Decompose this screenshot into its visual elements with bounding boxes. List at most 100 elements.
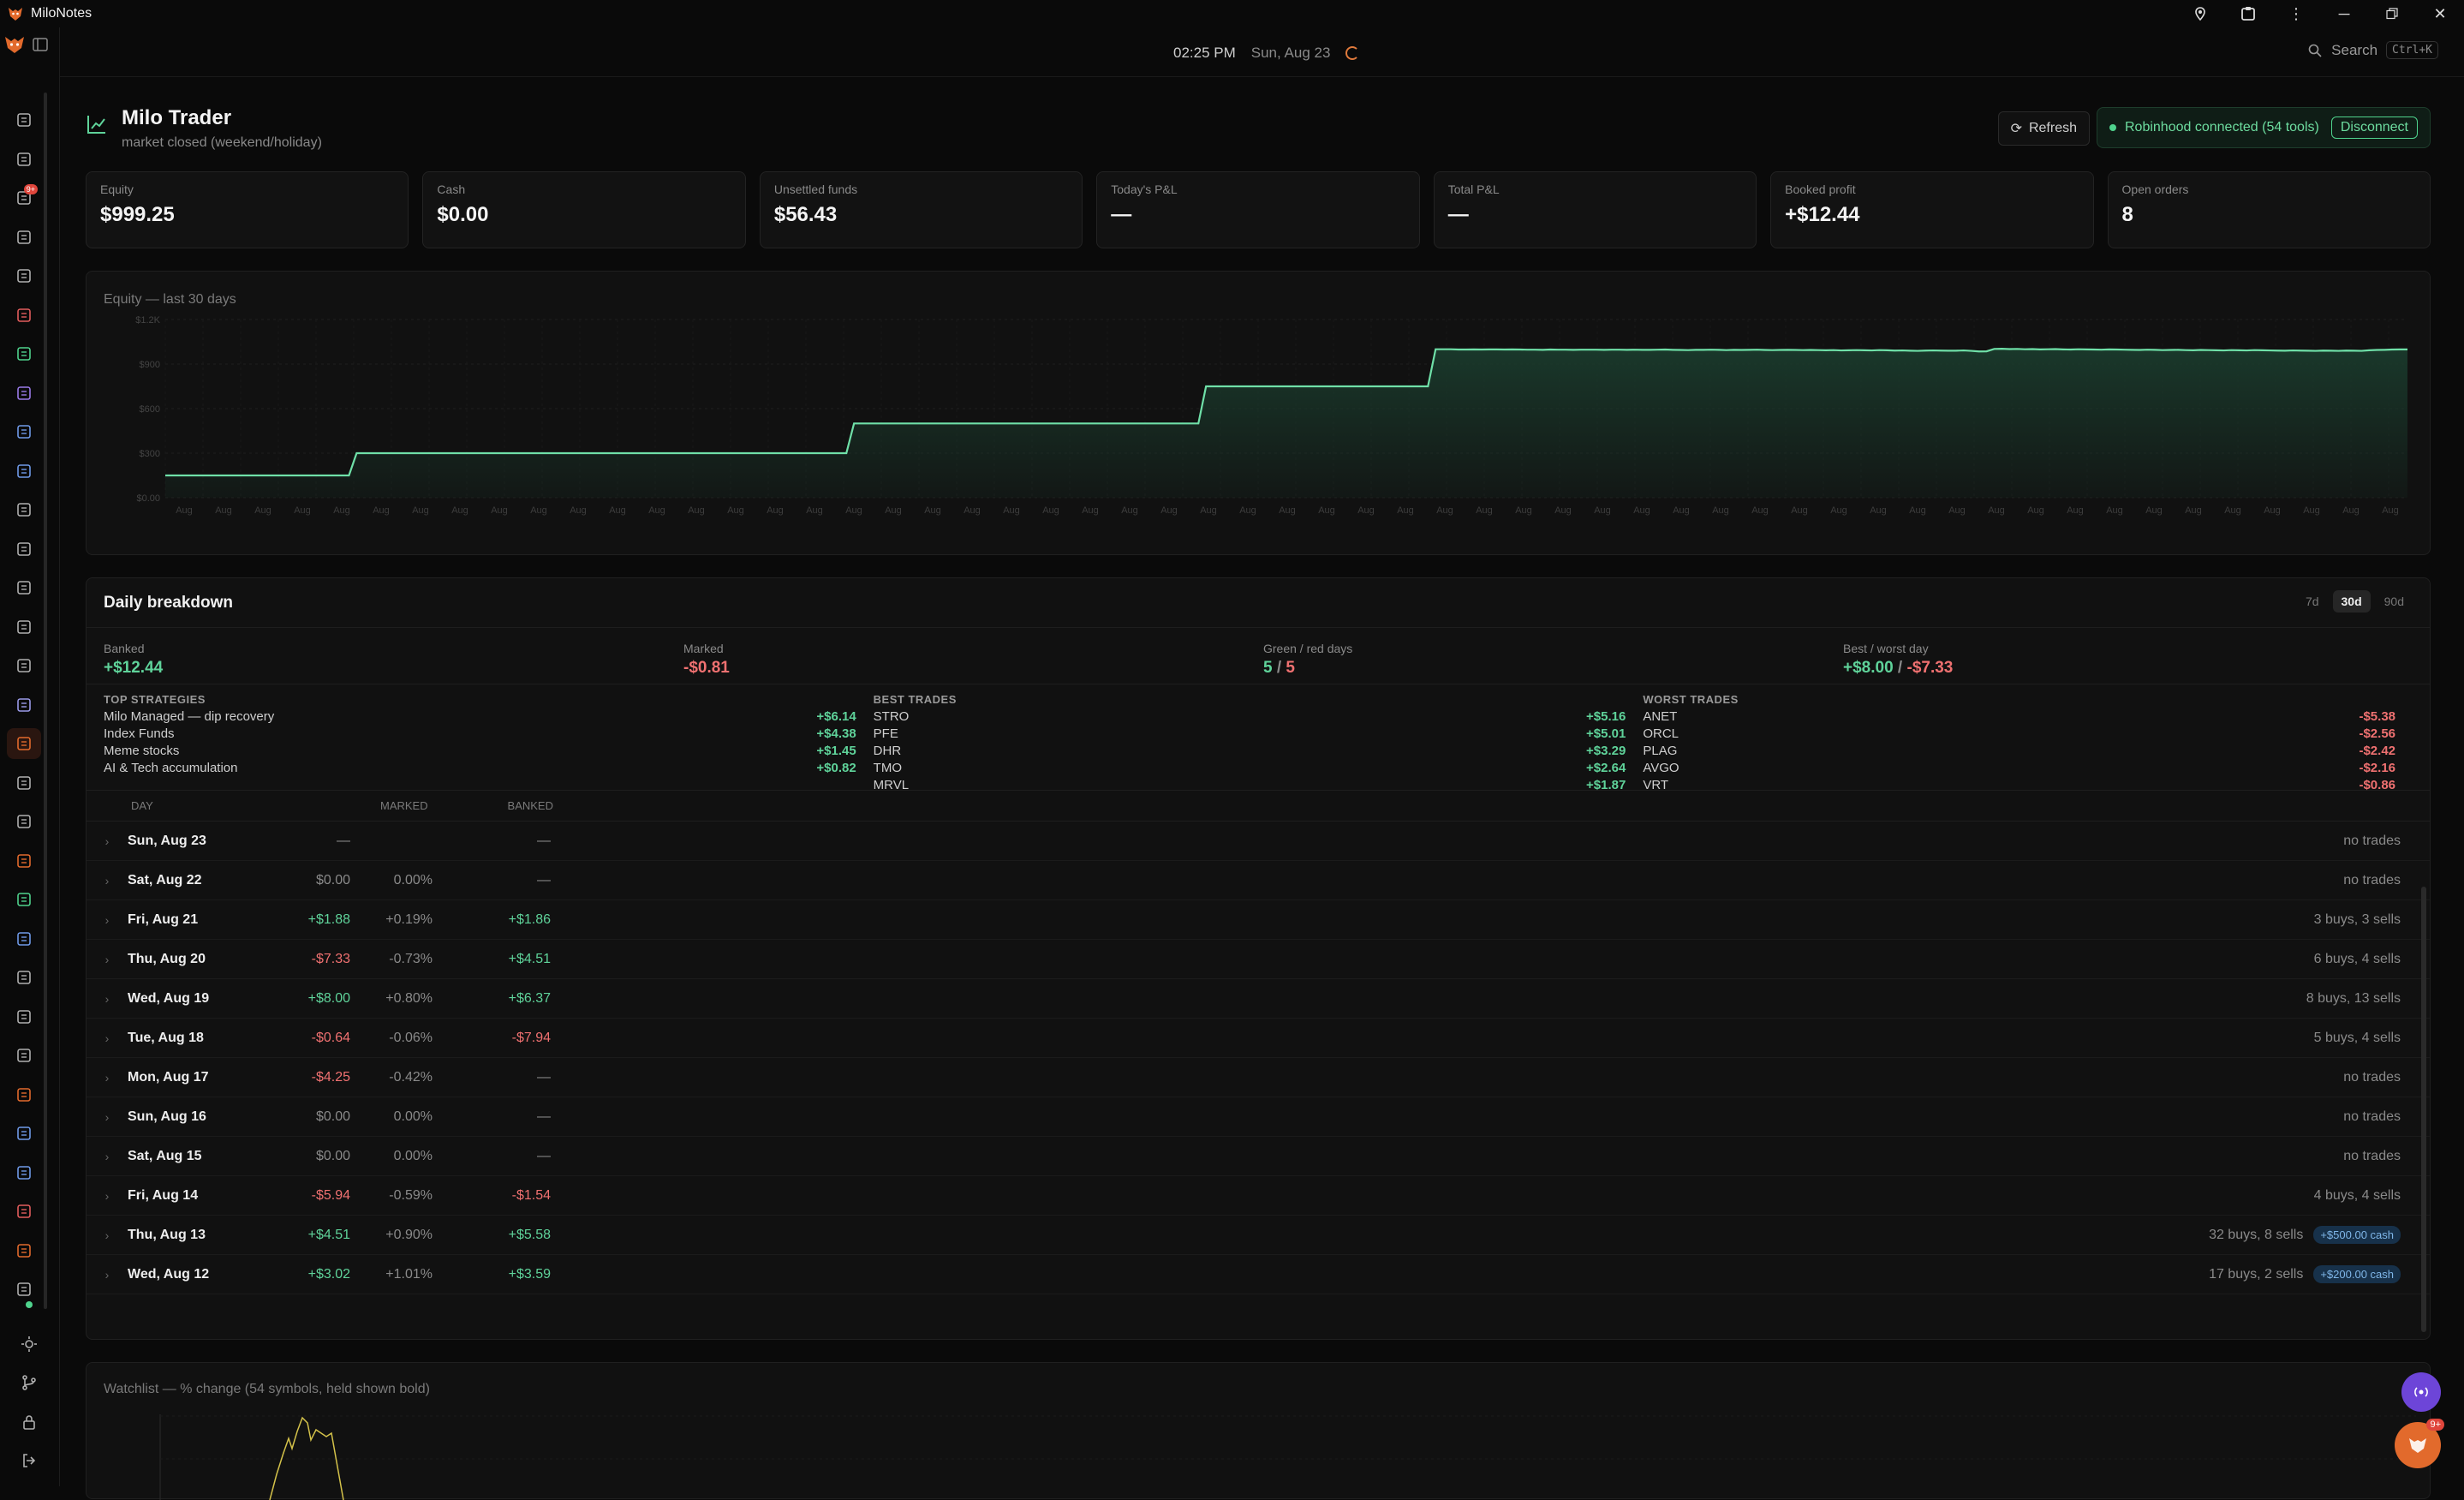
sidebar-item-gamepad[interactable] — [7, 612, 41, 642]
settings-sun-icon[interactable] — [12, 1329, 46, 1360]
disconnect-button[interactable]: Disconnect — [2330, 117, 2418, 139]
sidebar-item-mail[interactable] — [7, 1196, 41, 1227]
git-branch-icon[interactable] — [12, 1367, 46, 1398]
assistant-button[interactable]: 9+ — [2395, 1419, 2444, 1468]
sidebar-item-book-red[interactable] — [7, 300, 41, 331]
table-row[interactable]: › Fri, Aug 14 -$5.94 -0.59% -$1.54 4 buys, 4 … — [87, 1176, 2430, 1216]
refresh-button[interactable]: ⟳ Refresh — [1997, 111, 2090, 146]
toggle-sidebar-icon[interactable] — [31, 35, 50, 54]
row-marked: +$3.02 — [307, 1266, 350, 1282]
range-30d[interactable]: 30d — [2332, 590, 2371, 613]
app-name: MiloNotes — [31, 6, 92, 21]
table-row[interactable]: › Mon, Aug 17 -$4.25 -0.42% — no trades — [87, 1058, 2430, 1097]
sidebar-item-globe[interactable] — [7, 806, 41, 837]
sidebar-item-devices[interactable] — [7, 923, 41, 954]
list-heading: TOP STRATEGIES — [104, 693, 206, 706]
sidebar-item-magic-wand[interactable] — [7, 1079, 41, 1110]
table-row[interactable]: › Sat, Aug 15 $0.00 0.00% — no trades — [87, 1137, 2430, 1176]
row-summary: no trades — [2343, 1149, 2401, 1164]
sidebar-item-network[interactable] — [7, 768, 41, 798]
table-row[interactable]: › Wed, Aug 19 +$8.00 +0.80% +$6.37 8 buys, 13… — [87, 979, 2430, 1019]
table-row[interactable]: › Thu, Aug 13 +$4.51 +0.90% +$5.58 32 buys, 8… — [87, 1216, 2430, 1255]
search-button[interactable]: Search Ctrl+K — [2307, 41, 2438, 59]
chevron-right-icon[interactable]: › — [87, 1150, 128, 1163]
sidebar-item-robot[interactable] — [7, 1040, 41, 1071]
table-row[interactable]: › Sun, Aug 23 — — no trades — [87, 822, 2430, 861]
table-row[interactable]: › Sat, Aug 22 $0.00 0.00% — no trades — [87, 861, 2430, 900]
lock-icon[interactable] — [12, 1407, 46, 1437]
chevron-right-icon[interactable]: › — [87, 1189, 128, 1203]
sidebar-item-book[interactable] — [7, 260, 41, 291]
chevron-right-icon[interactable]: › — [87, 1268, 128, 1282]
chevron-right-icon[interactable]: › — [87, 953, 128, 966]
sidebar-item-book-open[interactable] — [7, 222, 41, 253]
broadcast-button[interactable] — [2401, 1372, 2441, 1412]
restore-button[interactable] — [2368, 0, 2416, 27]
table-row[interactable]: › Fri, Aug 21 +$1.88 +0.19% +$1.86 3 buys, 3 … — [87, 900, 2430, 940]
top-status-bar: 02:25 PM Sun, Aug 23 Search Ctrl+K — [60, 27, 2464, 77]
table-scrollbar[interactable] — [2421, 887, 2426, 1332]
list-item: VRT -$0.86 — [1643, 777, 2413, 794]
sidebar-item-book-green[interactable] — [7, 338, 41, 369]
list-item-name: ANET — [1643, 709, 1678, 724]
search-shortcut: Ctrl+K — [2386, 41, 2438, 59]
row-banked: -$1.54 — [511, 1187, 551, 1203]
minimize-button[interactable]: ─ — [2320, 0, 2368, 27]
table-row[interactable]: › Tue, Aug 18 -$0.64 -0.06% -$7.94 5 buys, 4 … — [87, 1019, 2430, 1058]
list-item-name: PLAG — [1643, 744, 1678, 758]
row-banked: +$1.86 — [508, 911, 551, 927]
table-row[interactable]: › Thu, Aug 20 -$7.33 -0.73% +$4.51 6 buys, 4 … — [87, 940, 2430, 979]
sidebar-item-sparkle[interactable] — [7, 1118, 41, 1149]
chevron-right-icon[interactable]: › — [87, 913, 128, 927]
milo-logo-icon[interactable] — [3, 33, 26, 56]
close-button[interactable]: ✕ — [2416, 0, 2464, 27]
sidebar-item-people[interactable] — [7, 1157, 41, 1188]
table-row[interactable]: › Sun, Aug 16 $0.00 0.00% — no trades — [87, 1097, 2430, 1137]
chevron-right-icon[interactable]: › — [87, 1071, 128, 1085]
sidebar-item-task[interactable] — [7, 572, 41, 603]
logout-icon[interactable] — [12, 1445, 46, 1476]
more-options-icon[interactable]: ⋮ — [2272, 0, 2320, 27]
book-red-icon — [17, 308, 31, 322]
sidebar-item-book-open-blue[interactable] — [7, 456, 41, 487]
sidebar-item-chat[interactable] — [7, 690, 41, 720]
sidebar-item-lightning[interactable] — [7, 962, 41, 993]
list-item-value: -$0.86 — [2359, 778, 2396, 792]
sidebar-item-folder[interactable] — [7, 1001, 41, 1032]
extensions-icon[interactable] — [2224, 0, 2272, 27]
range-90d[interactable]: 90d — [2376, 590, 2413, 613]
chevron-right-icon[interactable]: › — [87, 992, 128, 1006]
x-tick-label: Aug — [688, 505, 705, 516]
sidebar-item-book-purple[interactable] — [7, 378, 41, 409]
sidebar-item-inbox[interactable]: 9+ — [7, 182, 41, 213]
sidebar-item-map-pin[interactable] — [7, 884, 41, 915]
table-row[interactable]: › Wed, Aug 12 +$3.02 +1.01% +$3.59 17 buys, 2… — [87, 1255, 2430, 1294]
chevron-right-icon[interactable]: › — [87, 874, 128, 887]
x-tick-label: Aug — [2185, 505, 2202, 516]
x-tick-label: Aug — [964, 505, 981, 516]
sidebar-item-book-blue[interactable] — [7, 416, 41, 447]
x-tick-label: Aug — [2264, 505, 2281, 516]
sidebar-item-checklist[interactable] — [7, 534, 41, 565]
row-trades: no trades — [2343, 1109, 2401, 1124]
sidebar-item-trader[interactable] — [7, 728, 41, 759]
chevron-right-icon[interactable]: › — [87, 834, 128, 848]
sidebar-item-calendar[interactable] — [7, 105, 41, 135]
cash-badge: +$500.00 cash — [2313, 1226, 2401, 1244]
chevron-right-icon[interactable]: › — [87, 1110, 128, 1124]
sidebar-item-rss[interactable] — [7, 1235, 41, 1266]
sidebar-item-bookmark-book[interactable] — [7, 846, 41, 876]
chevron-right-icon[interactable]: › — [87, 1031, 128, 1045]
row-pct: -0.42% — [389, 1069, 433, 1085]
range-7d[interactable]: 7d — [2297, 590, 2328, 613]
location-icon[interactable] — [2176, 0, 2224, 27]
chevron-right-icon[interactable]: › — [87, 1228, 128, 1242]
equity-chart: Equity — last 30 days $0.00 $300 $600 $900 $… — [86, 271, 2431, 555]
sidebar-item-calendar-check[interactable] — [7, 144, 41, 175]
row-trades: 5 buys, 4 sells — [2313, 1030, 2401, 1045]
summary-value: 5 / 5 — [1263, 659, 1843, 678]
sidebar-item-users[interactable] — [7, 650, 41, 681]
list-item-name: AVGO — [1643, 761, 1679, 775]
sidebar-item-file[interactable] — [7, 494, 41, 525]
x-tick-label: Aug — [806, 505, 823, 516]
